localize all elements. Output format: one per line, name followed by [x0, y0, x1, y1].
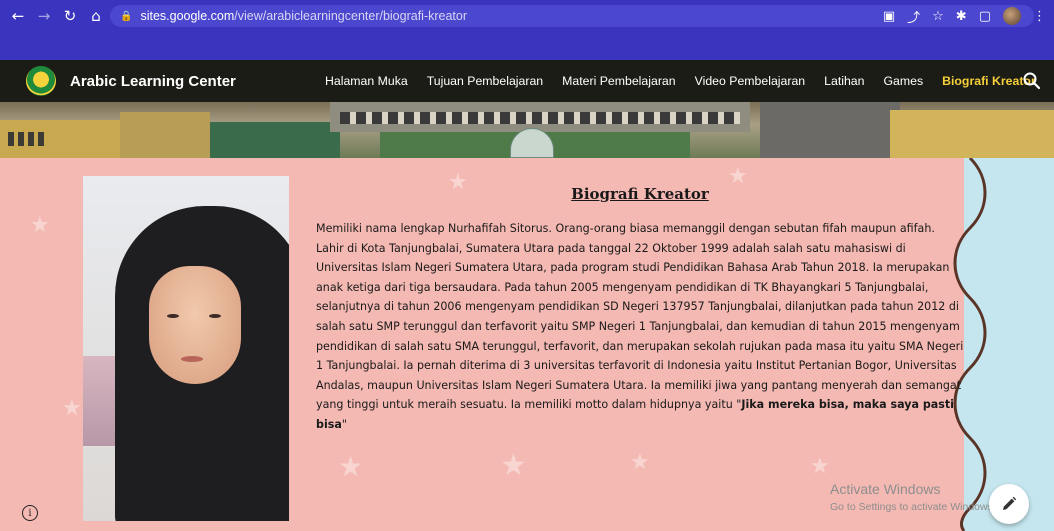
lock-icon: 🔒: [120, 10, 133, 22]
quote-close: ": [341, 417, 347, 431]
bio-body: Memiliki nama lengkap Nurhafifah Sitorus…: [316, 222, 964, 412]
nav-video-pembelajaran[interactable]: Video Pembelajaran: [695, 74, 806, 88]
edit-button[interactable]: [989, 484, 1029, 524]
reload-icon[interactable]: ↻: [58, 4, 82, 28]
nav-halaman-muka[interactable]: Halaman Muka: [325, 74, 408, 88]
windows-activation-watermark: Activate Windows Go to Settings to activ…: [830, 481, 996, 513]
url-path: /view/arabiclearningcenter/biografi-krea…: [234, 9, 468, 23]
url-host: sites.google.com: [140, 9, 235, 23]
decor-star-icon: ★: [728, 164, 748, 189]
back-arrow-icon[interactable]: ←: [6, 4, 30, 28]
share-icon[interactable]: ⤴: [907, 7, 920, 26]
menu-kebab-icon[interactable]: ⋮: [1033, 9, 1046, 24]
watermark-title: Activate Windows: [830, 481, 941, 497]
site-title[interactable]: Arabic Learning Center: [70, 73, 236, 90]
decor-star-icon: ★: [810, 454, 830, 479]
site-logo[interactable]: [26, 66, 56, 96]
decor-star-icon: ★: [500, 448, 527, 483]
nav-games[interactable]: Games: [883, 74, 923, 88]
home-icon[interactable]: ⌂: [84, 4, 108, 28]
decor-star-icon: ★: [338, 450, 364, 483]
decor-star-icon: ★: [30, 213, 50, 238]
translate-icon[interactable]: ▣: [883, 9, 895, 24]
decor-star-icon: ★: [630, 450, 650, 475]
creator-photo: [83, 176, 289, 521]
site-header: Arabic Learning Center Halaman Muka Tuju…: [0, 60, 1054, 102]
main-navigation: Halaman Muka Tujuan Pembelajaran Materi …: [325, 60, 1036, 102]
forward-arrow-icon[interactable]: →: [32, 4, 56, 28]
browser-toolbar: ← → ↻ ⌂ 🔒 sites.google.com /view/arabicl…: [0, 0, 1054, 32]
nav-latihan[interactable]: Latihan: [824, 74, 864, 88]
extensions-icon[interactable]: ✱: [956, 9, 967, 24]
pencil-icon: [1003, 496, 1017, 510]
biography-text: Memiliki nama lengkap Nurhafifah Sitorus…: [316, 219, 966, 435]
nav-materi-pembelajaran[interactable]: Materi Pembelajaran: [562, 74, 675, 88]
info-icon[interactable]: i: [22, 505, 38, 521]
watermark-subtitle: Go to Settings to activate Windows.: [830, 501, 996, 513]
page-top-strip: [0, 32, 1054, 60]
bookmark-star-icon[interactable]: ☆: [932, 9, 944, 24]
browser-actions: ▣ ⤴ ☆ ✱ ▢ ⋮: [883, 5, 1046, 27]
profile-avatar[interactable]: [1003, 7, 1021, 25]
header-banner-image: [0, 102, 1054, 158]
page-heading: Biografi Kreator: [571, 185, 709, 203]
decor-star-icon: ★: [62, 396, 82, 421]
search-icon[interactable]: [1022, 71, 1042, 91]
side-panel-icon[interactable]: ▢: [979, 9, 991, 24]
decor-star-icon: ★: [448, 170, 468, 195]
nav-tujuan-pembelajaran[interactable]: Tujuan Pembelajaran: [427, 74, 543, 88]
